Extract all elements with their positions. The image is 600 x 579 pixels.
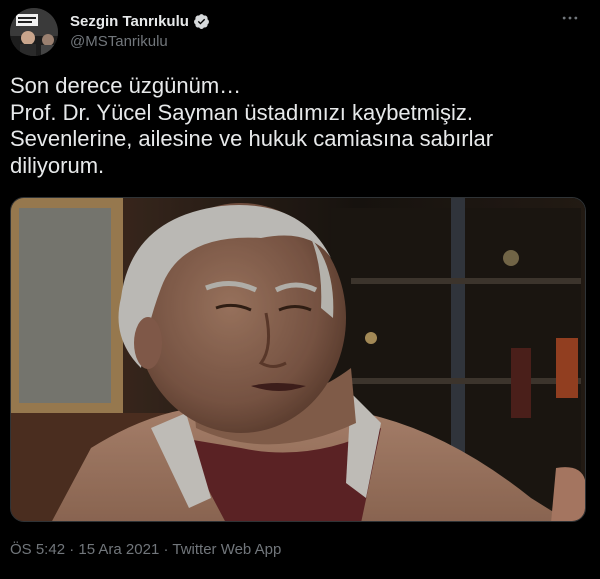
tweet-header: Sezgin Tanrıkulu @MSTanrikulu: [10, 6, 590, 56]
tweet-date[interactable]: 15 Ara 2021: [78, 541, 159, 558]
tweet-card: Sezgin Tanrıkulu @MSTanrikulu Son derece…: [0, 0, 600, 579]
avatar[interactable]: [10, 8, 58, 56]
tweet-meta: ÖS 5:42 · 15 Ara 2021 · Twitter Web App: [10, 541, 281, 558]
more-horizontal-icon: [562, 16, 578, 20]
tweet-source-app[interactable]: Twitter Web App: [172, 541, 281, 558]
meta-separator: ·: [65, 541, 79, 558]
display-name-row: Sezgin Tanrıkulu: [70, 11, 210, 31]
verified-badge-icon: [193, 13, 209, 29]
photo-image: [11, 198, 585, 521]
tweet-photo[interactable]: [10, 197, 586, 522]
more-options-button[interactable]: [558, 8, 582, 28]
tweet-text: Son derece üzgünüm… Prof. Dr. Yücel Saym…: [10, 73, 494, 178]
author-display-name[interactable]: Sezgin Tanrıkulu: [70, 13, 189, 30]
tweet-time[interactable]: ÖS 5:42: [10, 541, 65, 558]
author-handle[interactable]: @MSTanrikulu: [70, 33, 210, 50]
author-info: Sezgin Tanrıkulu @MSTanrikulu: [70, 11, 210, 50]
meta-separator-2: ·: [159, 541, 173, 558]
